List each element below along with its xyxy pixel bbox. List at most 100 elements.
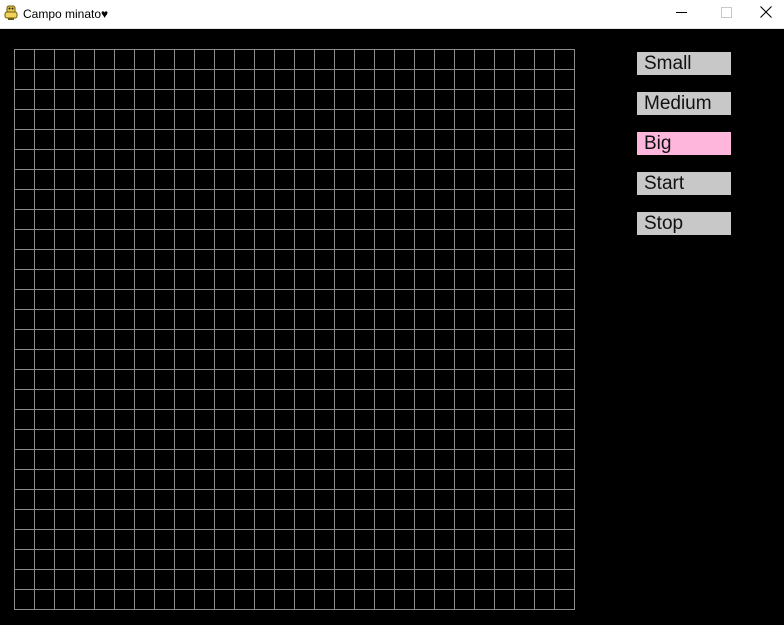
grid-cell[interactable] [15, 190, 35, 210]
grid-cell[interactable] [75, 430, 95, 450]
grid-cell[interactable] [355, 570, 375, 590]
grid-cell[interactable] [35, 530, 55, 550]
grid-cell[interactable] [195, 370, 215, 390]
grid-cell[interactable] [275, 410, 295, 430]
grid-cell[interactable] [175, 210, 195, 230]
grid-cell[interactable] [75, 410, 95, 430]
grid-cell[interactable] [395, 170, 415, 190]
grid-cell[interactable] [175, 50, 195, 70]
grid-cell[interactable] [515, 510, 535, 530]
grid-cell[interactable] [415, 450, 435, 470]
grid-cell[interactable] [475, 190, 495, 210]
grid-cell[interactable] [375, 50, 395, 70]
grid-cell[interactable] [415, 50, 435, 70]
grid-cell[interactable] [315, 270, 335, 290]
grid-cell[interactable] [395, 110, 415, 130]
grid-cell[interactable] [295, 190, 315, 210]
grid-cell[interactable] [35, 90, 55, 110]
grid-cell[interactable] [395, 550, 415, 570]
grid-cell[interactable] [495, 310, 515, 330]
grid-cell[interactable] [255, 510, 275, 530]
grid-cell[interactable] [135, 430, 155, 450]
grid-cell[interactable] [355, 290, 375, 310]
grid-cell[interactable] [455, 90, 475, 110]
start-button[interactable]: Start [637, 172, 731, 195]
grid-cell[interactable] [75, 70, 95, 90]
grid-cell[interactable] [75, 110, 95, 130]
grid-cell[interactable] [535, 210, 555, 230]
grid-cell[interactable] [315, 370, 335, 390]
grid-cell[interactable] [75, 370, 95, 390]
grid-cell[interactable] [175, 370, 195, 390]
grid-cell[interactable] [255, 190, 275, 210]
grid-cell[interactable] [515, 450, 535, 470]
grid-cell[interactable] [35, 450, 55, 470]
grid-cell[interactable] [315, 570, 335, 590]
grid-cell[interactable] [375, 590, 395, 610]
grid-cell[interactable] [255, 310, 275, 330]
grid-cell[interactable] [135, 570, 155, 590]
grid-cell[interactable] [95, 390, 115, 410]
grid-cell[interactable] [215, 90, 235, 110]
grid-cell[interactable] [415, 330, 435, 350]
grid-cell[interactable] [15, 570, 35, 590]
grid-cell[interactable] [535, 450, 555, 470]
grid-cell[interactable] [355, 250, 375, 270]
grid-cell[interactable] [255, 270, 275, 290]
grid-cell[interactable] [455, 570, 475, 590]
grid-cell[interactable] [495, 550, 515, 570]
grid-cell[interactable] [435, 270, 455, 290]
grid-cell[interactable] [135, 530, 155, 550]
grid-cell[interactable] [535, 110, 555, 130]
grid-cell[interactable] [135, 450, 155, 470]
grid-cell[interactable] [35, 150, 55, 170]
grid-cell[interactable] [15, 430, 35, 450]
grid-cell[interactable] [135, 190, 155, 210]
grid-cell[interactable] [75, 190, 95, 210]
grid-cell[interactable] [335, 490, 355, 510]
grid-cell[interactable] [415, 350, 435, 370]
grid-cell[interactable] [255, 90, 275, 110]
grid-cell[interactable] [195, 130, 215, 150]
grid-cell[interactable] [15, 530, 35, 550]
grid-cell[interactable] [55, 270, 75, 290]
grid-cell[interactable] [475, 330, 495, 350]
grid-cell[interactable] [115, 150, 135, 170]
grid-cell[interactable] [15, 250, 35, 270]
grid-cell[interactable] [535, 370, 555, 390]
grid-cell[interactable] [335, 210, 355, 230]
grid-cell[interactable] [35, 490, 55, 510]
grid-cell[interactable] [55, 330, 75, 350]
grid-cell[interactable] [355, 70, 375, 90]
grid-cell[interactable] [475, 570, 495, 590]
grid-cell[interactable] [135, 550, 155, 570]
grid-cell[interactable] [455, 550, 475, 570]
grid-cell[interactable] [535, 190, 555, 210]
grid-cell[interactable] [495, 510, 515, 530]
grid-cell[interactable] [255, 130, 275, 150]
grid-cell[interactable] [355, 50, 375, 70]
grid-cell[interactable] [235, 70, 255, 90]
grid-cell[interactable] [75, 590, 95, 610]
grid-cell[interactable] [35, 50, 55, 70]
grid-cell[interactable] [555, 330, 575, 350]
grid-cell[interactable] [255, 170, 275, 190]
grid-cell[interactable] [75, 270, 95, 290]
grid-cell[interactable] [155, 430, 175, 450]
grid-cell[interactable] [295, 370, 315, 390]
grid-cell[interactable] [335, 430, 355, 450]
grid-cell[interactable] [455, 290, 475, 310]
grid-cell[interactable] [35, 590, 55, 610]
grid-cell[interactable] [115, 350, 135, 370]
grid-cell[interactable] [315, 550, 335, 570]
grid-cell[interactable] [155, 70, 175, 90]
grid-cell[interactable] [135, 410, 155, 430]
grid-cell[interactable] [15, 50, 35, 70]
grid-cell[interactable] [275, 470, 295, 490]
grid-cell[interactable] [495, 390, 515, 410]
grid-cell[interactable] [115, 170, 135, 190]
grid-cell[interactable] [495, 50, 515, 70]
grid-cell[interactable] [135, 510, 155, 530]
grid-cell[interactable] [315, 230, 335, 250]
grid-cell[interactable] [115, 70, 135, 90]
